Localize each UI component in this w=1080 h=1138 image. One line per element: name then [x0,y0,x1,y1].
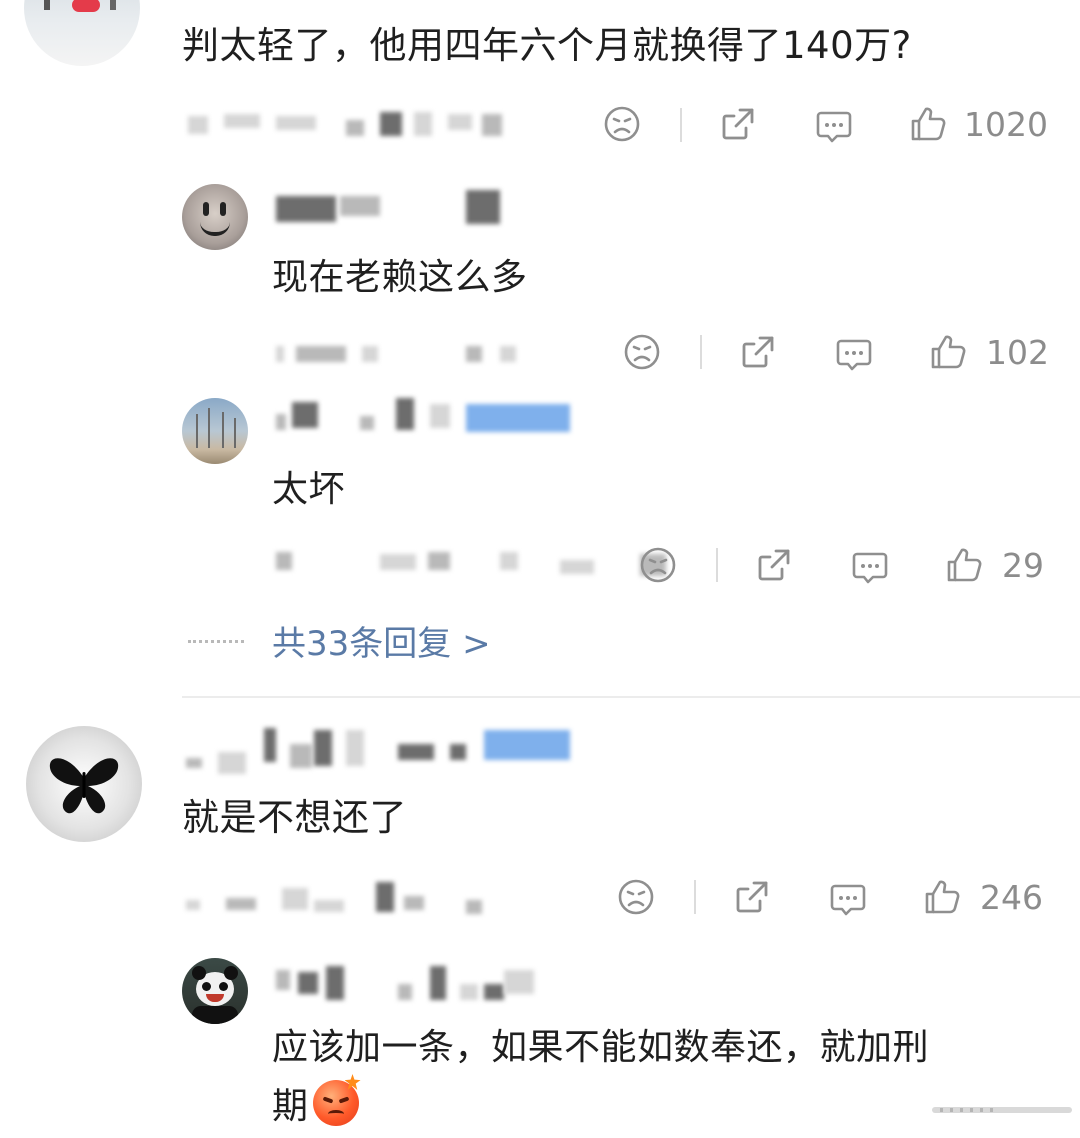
dotted-leader [188,640,244,643]
share-icon[interactable] [732,877,772,917]
more-replies-link[interactable]: 共33条回复 > [272,624,491,664]
divider [694,880,696,914]
thumbs-up-icon[interactable] [928,332,968,372]
comment-text: 就是不想还了 [182,796,407,839]
reply-text-line2: 期 [272,1086,309,1127]
thumbs-up-icon[interactable] [944,545,984,585]
avatar[interactable] [24,0,140,66]
dislike-face-icon[interactable] [616,877,656,917]
scroll-indicator [932,1107,1072,1113]
thumbs-up-icon[interactable] [922,877,962,917]
reply-text: 现在老赖这么多 [272,257,528,298]
angry-face-emoji [312,1074,361,1126]
like-count: 246 [980,878,1043,917]
comment-icon[interactable] [850,547,890,587]
like-count: 102 [986,333,1049,372]
like-count: 1020 [964,105,1048,144]
share-icon[interactable] [754,545,794,585]
divider [700,335,702,369]
comment-text: 判太轻了，他用四年六个月就换得了140万? [182,24,912,67]
dislike-face-icon[interactable] [622,332,662,372]
comment-divider [182,696,1080,698]
reply-text: 应该加一条，如果不能如数奉还，就加刑 [272,1027,930,1068]
share-icon[interactable] [738,332,778,372]
thumbs-up-icon[interactable] [908,104,948,144]
comment-icon[interactable] [814,106,854,146]
divider [680,108,682,142]
avatar[interactable] [182,398,248,464]
reply-text: 太坏 [272,469,346,510]
divider [716,548,718,582]
avatar[interactable] [182,184,248,250]
reply-text-continued: 期 [272,1074,361,1133]
share-icon[interactable] [718,104,758,144]
avatar[interactable] [182,958,248,1024]
comment-icon[interactable] [828,879,868,919]
comment-icon[interactable] [834,334,874,374]
dislike-face-icon[interactable] [602,104,642,144]
dislike-face-icon[interactable] [638,545,678,585]
like-count: 29 [1002,546,1044,585]
avatar[interactable] [26,726,142,842]
